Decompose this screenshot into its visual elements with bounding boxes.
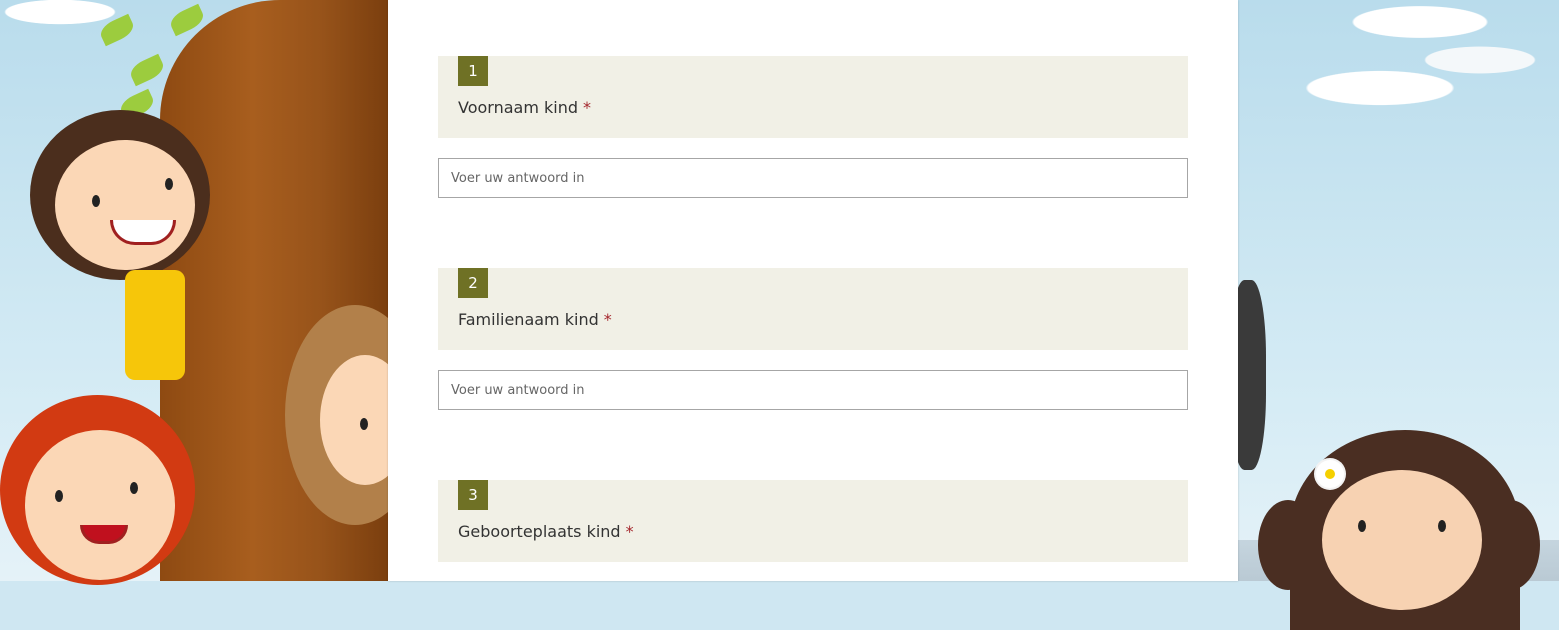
kid-face (55, 140, 195, 270)
question-title: Familienaam kind * (458, 310, 612, 329)
question-title-text: Familienaam kind (458, 310, 599, 329)
required-marker: * (583, 98, 592, 117)
question-3-header: 3 Geboorteplaats kind * (438, 480, 1188, 562)
answer-input-familienaam[interactable] (438, 370, 1188, 410)
eye-icon (1438, 520, 1446, 532)
question-number-badge: 2 (458, 268, 488, 298)
question-number-badge: 1 (458, 56, 488, 86)
eye-icon (360, 418, 368, 430)
eye-icon (165, 178, 173, 190)
question-1-header: 1 Voornaam kind * (438, 56, 1188, 138)
question-title-text: Voornaam kind (458, 98, 579, 117)
question-title-text: Geboorteplaats kind (458, 522, 621, 541)
leaf-icon (127, 53, 167, 87)
kid-face (25, 430, 175, 580)
required-marker: * (603, 310, 612, 329)
question-2-header: 2 Familienaam kind * (438, 268, 1188, 350)
eye-icon (1358, 520, 1366, 532)
question-number-badge: 3 (458, 480, 488, 510)
eye-icon (92, 195, 100, 207)
answer-input-voornaam[interactable] (438, 158, 1188, 198)
required-marker: * (625, 522, 634, 541)
question-title: Voornaam kind * (458, 98, 591, 117)
girl-face (1322, 470, 1482, 610)
eye-icon (130, 482, 138, 494)
flower-icon (1316, 460, 1344, 488)
question-title: Geboorteplaats kind * (458, 522, 634, 541)
form-panel: 1 Voornaam kind* 2 Familienaam kind* 3 G… (388, 0, 1238, 581)
leaf-icon (97, 13, 137, 47)
kid-shirt (125, 270, 185, 380)
eye-icon (55, 490, 63, 502)
